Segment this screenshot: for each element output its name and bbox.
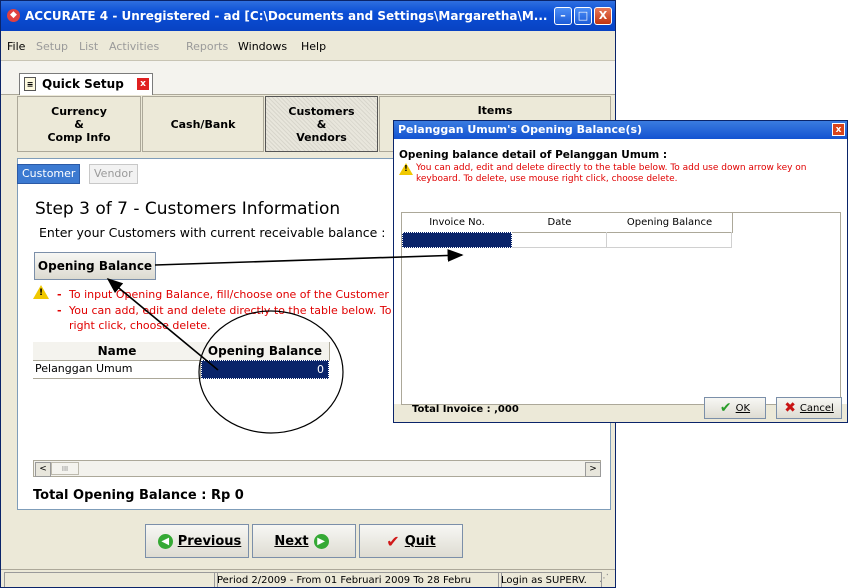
annotation-ellipse	[198, 310, 344, 434]
annotation-arrow-to-dialog	[154, 249, 464, 266]
annotation-overlay	[106, 249, 464, 434]
